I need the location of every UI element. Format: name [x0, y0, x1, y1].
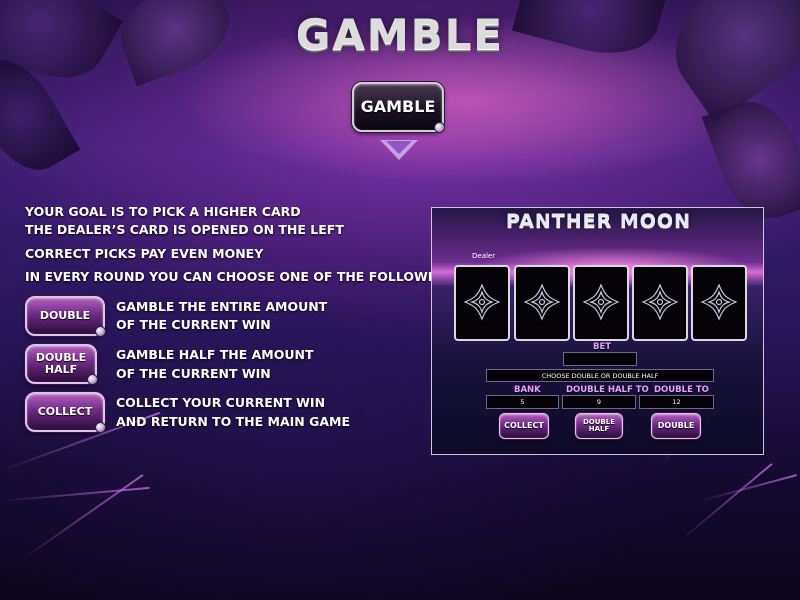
card-back-ornament-icon	[700, 283, 738, 321]
game-logo: PANTHER MOON	[506, 210, 691, 232]
action-description: COLLECT YOUR CURRENT WIN	[116, 395, 326, 410]
card-back-ornament-icon	[582, 283, 620, 321]
double-half-button[interactable]: DOUBLE HALF	[25, 344, 98, 385]
card-back-ornament-icon	[523, 283, 561, 321]
bet-field	[563, 352, 637, 366]
action-description: GAMBLE THE ENTIRE AMOUNT	[116, 299, 328, 314]
instruction-line: THE DEALER’S CARD IS OPENED ON THE LEFT	[25, 222, 344, 237]
collect-button[interactable]: COLLECT	[25, 392, 106, 433]
action-description: OF THE CURRENT WIN	[116, 366, 271, 381]
player-card[interactable]	[573, 265, 629, 341]
preview-double-button-label: DOUBLE	[657, 420, 695, 430]
instruction-line: CORRECT PICKS PAY EVEN MONEY	[25, 246, 264, 261]
player-card[interactable]	[691, 265, 747, 341]
page-title: GAMBLE	[295, 10, 505, 59]
double-half-to-label: DOUBLE HALF TO	[566, 385, 649, 395]
button-knob-icon	[95, 422, 106, 433]
bet-label: BET	[593, 342, 612, 352]
button-knob-icon	[95, 326, 106, 337]
card-back-ornament-icon	[641, 283, 679, 321]
preview-collect-button[interactable]: COLLECT	[499, 413, 549, 439]
down-arrow-icon	[380, 140, 418, 160]
card-back-ornament-icon	[463, 283, 501, 321]
double-to-field: 12	[639, 395, 714, 409]
action-description: AND RETURN TO THE MAIN GAME	[116, 414, 351, 429]
action-description: GAMBLE HALF THE AMOUNT	[116, 347, 314, 362]
double-button-label: DOUBLE	[39, 309, 91, 323]
player-card[interactable]	[632, 265, 688, 341]
dealer-label: Dealer	[472, 252, 496, 260]
double-button[interactable]: DOUBLE	[25, 296, 106, 337]
preview-double-half-button-label: HALF	[588, 425, 610, 433]
dealer-card	[454, 265, 510, 341]
gamble-button[interactable]: GAMBLE	[352, 82, 445, 133]
double-half-to-field: 9	[562, 395, 636, 409]
button-knob-icon	[87, 374, 98, 385]
action-description: OF THE CURRENT WIN	[116, 317, 271, 332]
gamble-button-label: GAMBLE	[360, 96, 436, 116]
bank-label: BANK	[514, 385, 541, 395]
double-to-label: DOUBLE TO	[654, 385, 709, 395]
game-preview-panel: PANTHER MOON Dealer BET CHOOSE DOUBLE OR…	[431, 207, 764, 455]
message-bar: CHOOSE DOUBLE OR DOUBLE HALF	[486, 369, 714, 382]
double-half-button-label: HALF	[44, 363, 78, 376]
bank-field: 5	[486, 395, 559, 409]
collect-button-label: COLLECT	[37, 405, 93, 419]
preview-collect-button-label: COLLECT	[504, 420, 544, 430]
preview-double-button[interactable]: DOUBLE	[651, 413, 701, 439]
button-knob-icon	[434, 122, 445, 133]
preview-double-half-button[interactable]: DOUBLE HALF	[575, 413, 623, 439]
instruction-line: YOUR GOAL IS TO PICK A HIGHER CARD	[25, 204, 301, 219]
player-card[interactable]	[514, 265, 570, 341]
